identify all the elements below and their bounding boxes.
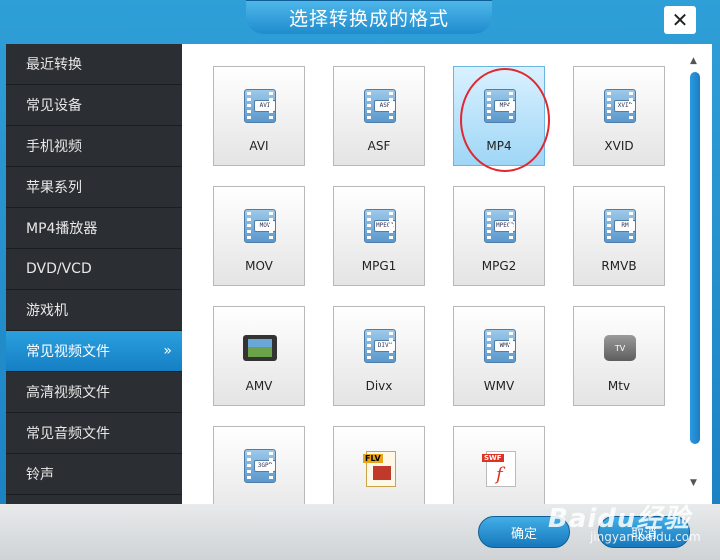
dialog-title: 选择转换成的格式	[246, 0, 492, 34]
format-tile-flv[interactable]: FLV	[333, 426, 425, 504]
scroll-up-icon[interactable]: ▲	[690, 56, 697, 66]
format-tile-amv[interactable]: AMV	[213, 306, 305, 406]
format-grid: AVI AVI ASF ASF MP4 MP4 XVID XVID MOV MO…	[182, 44, 712, 504]
close-button[interactable]: ✕	[664, 6, 696, 34]
sidebar-item-ringtone[interactable]: 铃声	[6, 454, 182, 495]
apple-tv-icon: TV	[604, 335, 636, 361]
category-sidebar: 最近转换 常见设备 手机视频 苹果系列 MP4播放器 DVD/VCD 游戏机 常…	[6, 44, 182, 504]
dialog-body: 最近转换 常见设备 手机视频 苹果系列 MP4播放器 DVD/VCD 游戏机 常…	[6, 44, 712, 504]
film-icon: AVI	[244, 89, 276, 123]
format-tile-swf[interactable]: SWF f	[453, 426, 545, 504]
sidebar-item-hd-video[interactable]: 高清视频文件	[6, 372, 182, 413]
sidebar-item-recent[interactable]: 最近转换	[6, 44, 182, 85]
sidebar-item-dvd-vcd[interactable]: DVD/VCD	[6, 249, 182, 290]
format-tile-mpg2[interactable]: MPEG2 MPG2	[453, 186, 545, 286]
film-icon: ASF	[364, 89, 396, 123]
sidebar-item-game-console[interactable]: 游戏机	[6, 290, 182, 331]
sidebar-item-apple[interactable]: 苹果系列	[6, 167, 182, 208]
format-tile-mpg1[interactable]: MPEG1 MPG1	[333, 186, 425, 286]
scroll-thumb[interactable]	[690, 72, 700, 444]
sidebar-item-mobile-video[interactable]: 手机视频	[6, 126, 182, 167]
film-icon: XVID	[604, 89, 636, 123]
film-icon: RM	[604, 209, 636, 243]
flv-file-icon: FLV	[363, 451, 396, 487]
format-tile-avi[interactable]: AVI AVI	[213, 66, 305, 166]
film-icon: 3GPP	[244, 449, 276, 483]
film-icon: MOV	[244, 209, 276, 243]
format-tile-mtv[interactable]: TV Mtv	[573, 306, 665, 406]
format-tile-rmvb[interactable]: RM RMVB	[573, 186, 665, 286]
format-tile-mov[interactable]: MOV MOV	[213, 186, 305, 286]
chevron-right-icon: »	[163, 343, 172, 359]
film-icon: MPEG1	[364, 209, 396, 243]
flash-file-icon: SWF f	[482, 451, 516, 487]
close-icon: ✕	[671, 8, 689, 32]
format-dialog: 选择转换成的格式 ✕ 最近转换 常见设备 手机视频 苹果系列 MP4播放器 DV…	[0, 0, 720, 560]
format-tile-divx[interactable]: DIVX Divx	[333, 306, 425, 406]
video-player-icon	[243, 335, 277, 361]
format-tile-wmv[interactable]: WMV WMV	[453, 306, 545, 406]
sidebar-item-common-video[interactable]: 常见视频文件»	[6, 331, 182, 372]
sidebar-item-devices[interactable]: 常见设备	[6, 85, 182, 126]
film-icon: WMV	[484, 329, 516, 363]
format-tile-asf[interactable]: ASF ASF	[333, 66, 425, 166]
vertical-scrollbar[interactable]: ▲ ▼	[688, 56, 702, 496]
film-icon: DIVX	[364, 329, 396, 363]
film-icon: MPEG2	[484, 209, 516, 243]
format-tile-xvid[interactable]: XVID XVID	[573, 66, 665, 166]
highlight-circle-annotation	[460, 68, 550, 172]
watermark-url: jingyan.baidu.com	[590, 530, 701, 544]
sidebar-item-common-audio[interactable]: 常见音频文件	[6, 413, 182, 454]
format-tile-3gp[interactable]: 3GPP	[213, 426, 305, 504]
scroll-down-icon[interactable]: ▼	[690, 478, 697, 488]
sidebar-item-mp4-player[interactable]: MP4播放器	[6, 208, 182, 249]
